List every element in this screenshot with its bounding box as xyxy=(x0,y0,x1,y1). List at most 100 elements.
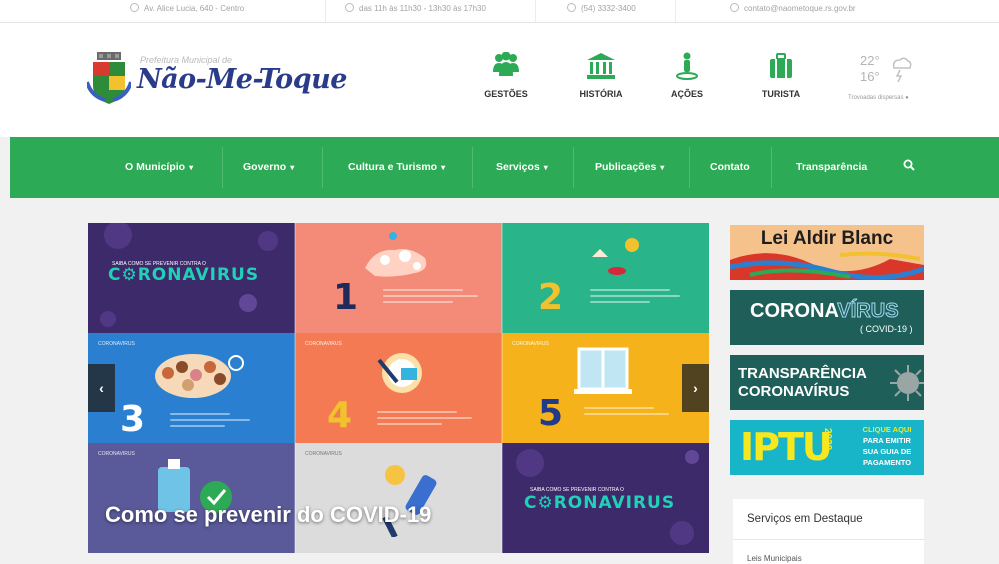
nav-divider xyxy=(322,147,323,188)
temp-min: 16° xyxy=(860,69,880,84)
featured-services-panel: Serviços em Destaque Leis Municipais xyxy=(733,499,924,564)
nav-item-contato[interactable]: Contato xyxy=(710,137,750,198)
weather-label-text: Trovoadas dispersas xyxy=(848,95,904,101)
municipal-crest-icon[interactable] xyxy=(87,52,131,106)
nav-item-transparencia[interactable]: Transparência xyxy=(796,137,867,198)
banner-lei-aldir-blanc[interactable]: Lei Aldir Blanc xyxy=(730,225,924,280)
phone-text: (54) 3332-3400 xyxy=(581,4,636,13)
nav-divider xyxy=(222,147,223,188)
search-icon xyxy=(903,159,915,171)
tile-tag: CORONAVIRUS xyxy=(305,341,342,347)
divider xyxy=(535,0,536,22)
banner-iptu[interactable]: IPTU 2020 CLIQUE AQUI PARA EMITIR SUA GU… xyxy=(730,420,924,475)
location-icon xyxy=(130,3,139,12)
divider xyxy=(325,0,326,22)
nav-label: O Município xyxy=(125,161,186,173)
phone-icon xyxy=(567,3,576,12)
step-text-line xyxy=(383,301,453,303)
banner-corona-sub: ( COVID-19 ) xyxy=(860,324,913,334)
iptu-year: 2020 xyxy=(822,428,833,451)
iptu-title: IPTU xyxy=(740,425,833,469)
header-link-acoes[interactable]: AÇÕES xyxy=(652,52,722,102)
banner-transp-text: TRANSPARÊNCIA CORONAVÍRUS xyxy=(738,365,867,401)
slider-next-button[interactable]: › xyxy=(682,364,709,412)
slider-caption[interactable]: Como se prevenir do COVID-19 xyxy=(105,502,431,528)
iptu-cta-line: CLIQUE AQUI xyxy=(862,425,912,434)
transp-line-2: CORONAVÍRUS xyxy=(738,383,850,400)
banner-coronavirus[interactable]: CORONAVÍRUS ( COVID-19 ) xyxy=(730,290,924,345)
slider-prev-button[interactable]: ‹ xyxy=(88,364,115,412)
slide-tile-intro: SAIBA COMO SE PREVENIR CONTRA O C⚙RONAVI… xyxy=(88,223,295,333)
nav-label: Contato xyxy=(710,161,750,173)
suitcase-icon xyxy=(770,53,792,78)
corona-main-text: CORONA xyxy=(750,300,838,322)
header-link-label: TURISTA xyxy=(761,89,801,99)
nav-item-governo[interactable]: Governo ▾ xyxy=(243,137,294,198)
nav-item-cultura-turismo[interactable]: Cultura e Turismo ▾ xyxy=(348,137,445,198)
nav-item-publicacoes[interactable]: Publicações ▾ xyxy=(595,137,664,198)
slide-tile-step-4: CORONAVIRUS 4 xyxy=(295,333,502,443)
slide-tile-spray: CORONAVIRUS xyxy=(295,443,502,553)
caret-down-icon: ▾ xyxy=(290,163,295,172)
logo-name[interactable]: Não-Me-Toque xyxy=(137,64,347,95)
step-number: 5 xyxy=(538,393,564,434)
slide-tile-sanitizer: CORONAVIRUS xyxy=(88,443,295,553)
banner-title: Lei Aldir Blanc xyxy=(760,228,894,249)
email-info[interactable]: contato@naometoque.rs.gov.br xyxy=(730,3,856,13)
iptu-cta: CLIQUE AQUI PARA EMITIR SUA GUIA DE PAGA… xyxy=(852,424,922,468)
header-link-label: HISTÓRIA xyxy=(579,89,623,99)
caret-down-icon: ▾ xyxy=(543,163,548,172)
coronavirus-title: C⚙RONAVIRUS xyxy=(524,493,676,513)
tile-tag: CORONAVIRUS xyxy=(305,451,342,457)
email-text[interactable]: contato@naometoque.rs.gov.br xyxy=(744,4,856,13)
slide-tile-outro: SAIBA COMO SE PREVENIR CONTRA O C⚙RONAVI… xyxy=(502,443,709,553)
nav-item-municipio[interactable]: O Município ▾ xyxy=(125,137,193,198)
caret-down-icon: ▾ xyxy=(189,163,194,172)
tile-tag: CORONAVIRUS xyxy=(512,341,549,347)
slide-tile-step-1: 1 xyxy=(295,223,502,333)
iptu-cta-line: PARA EMITIR xyxy=(863,436,911,445)
search-button[interactable] xyxy=(903,137,915,198)
slide-tile-step-3: CORONAVIRUS 3 xyxy=(88,333,295,443)
window-icon xyxy=(574,347,632,394)
nav-divider xyxy=(771,147,772,188)
header-link-label: AÇÕES xyxy=(670,89,703,99)
nav-divider xyxy=(472,147,473,188)
nav-label: Transparência xyxy=(796,161,868,173)
slide-tile-step-2: 2 xyxy=(502,223,709,333)
banner-corona-text: CORONAVÍRUS xyxy=(750,300,899,323)
step-number: 3 xyxy=(120,399,146,440)
virus-icon xyxy=(890,365,924,401)
step-text-line xyxy=(584,413,669,415)
address-info: Av. Alice Lucia, 640 - Centro xyxy=(130,3,244,13)
step-text-line xyxy=(170,419,250,421)
step-text-line xyxy=(590,289,670,291)
nav-divider xyxy=(573,147,574,188)
step-text-line xyxy=(377,411,457,413)
step-text-line xyxy=(383,289,463,291)
header-link-turista[interactable]: TURISTA xyxy=(746,52,816,102)
step-number: 1 xyxy=(333,277,359,318)
panel-link-leis-municipais[interactable]: Leis Municipais xyxy=(747,554,802,563)
hours-info: das 11h às 11h30 - 13h30 às 17h30 xyxy=(345,3,486,13)
header-link-gestoes[interactable]: GESTÕES xyxy=(471,52,541,102)
step-number: 4 xyxy=(327,395,353,436)
nav-item-servicos[interactable]: Serviços ▾ xyxy=(496,137,548,198)
email-icon xyxy=(730,3,739,12)
caret-down-icon: ▾ xyxy=(660,163,665,172)
nav-label: Cultura e Turismo xyxy=(348,161,438,173)
weather-label: Trovoadas dispersas ● xyxy=(848,95,909,101)
shared-utensils-icon xyxy=(377,353,422,393)
info-icon[interactable]: ● xyxy=(905,95,909,101)
museum-icon xyxy=(587,53,615,79)
clock-icon xyxy=(345,3,354,12)
panel-divider xyxy=(733,539,924,540)
banner-transparencia-coronavirus[interactable]: TRANSPARÊNCIA CORONAVÍRUS xyxy=(730,355,924,410)
header-link-historia[interactable]: HISTÓRIA xyxy=(566,52,636,102)
panel-title: Serviços em Destaque xyxy=(747,513,863,525)
crowd-icon xyxy=(155,354,244,398)
corona-virus-text: VÍRUS xyxy=(837,300,899,323)
people-icon xyxy=(493,52,519,76)
iptu-cta-line: SUA GUIA DE xyxy=(862,447,912,456)
step-text-line xyxy=(590,301,650,303)
